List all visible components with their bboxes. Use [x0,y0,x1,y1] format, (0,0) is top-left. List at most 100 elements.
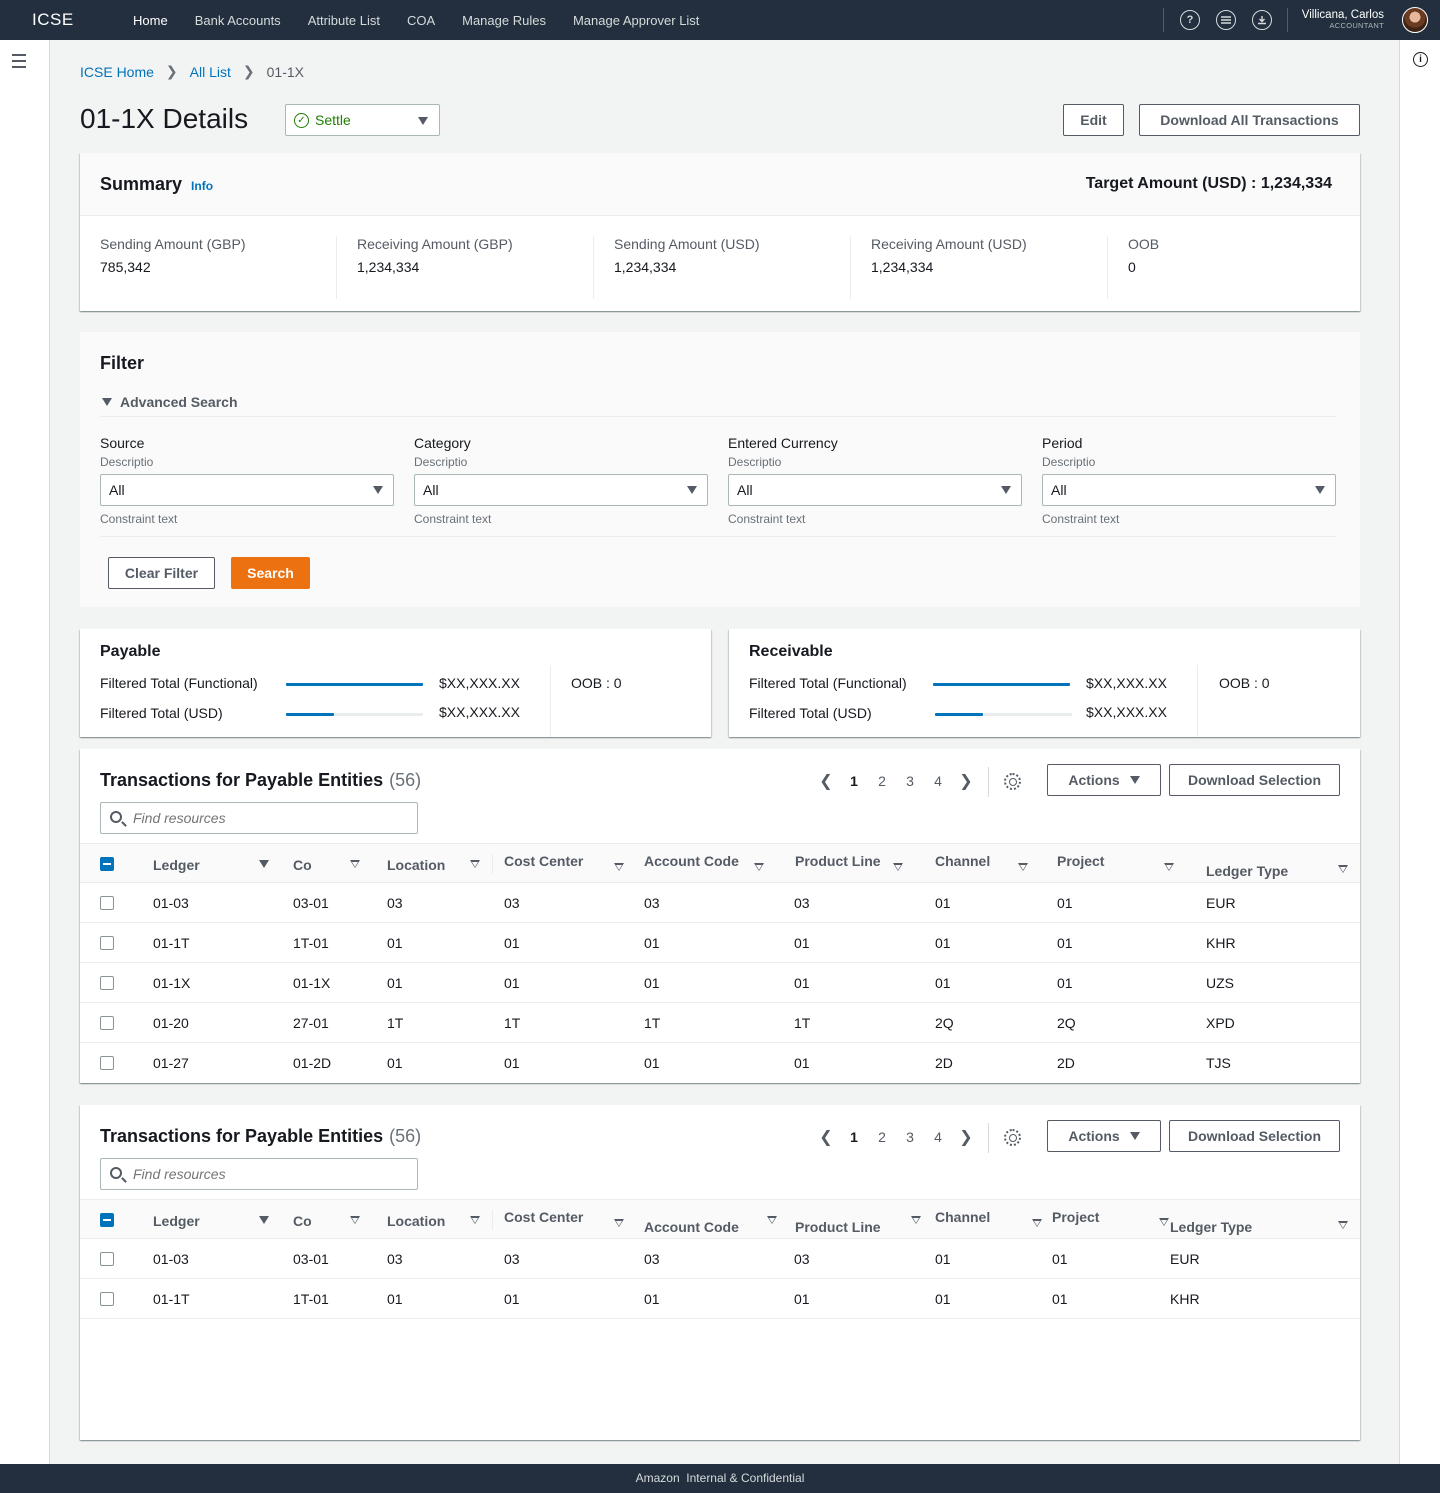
sort-descending-icon[interactable] [259,1216,269,1224]
page-4[interactable]: 4 [924,1129,952,1145]
clear-filter-button[interactable]: Clear Filter [108,557,215,589]
page-2[interactable]: 2 [868,1129,896,1145]
sort-descending-icon[interactable] [259,860,269,868]
column-header-cost-center[interactable]: Cost Center [504,853,583,869]
column-header-ledger[interactable]: Ledger [153,1213,200,1229]
sort-icon[interactable] [350,1216,360,1224]
column-header-ledger-type[interactable]: Ledger Type [1206,863,1288,879]
column-header-ledger[interactable]: Ledger [153,857,200,873]
category-select[interactable]: All [414,474,708,506]
column-header-product-line[interactable]: Product Line [795,1219,881,1235]
download-selection-button[interactable]: Download Selection [1169,764,1340,796]
search-input[interactable] [133,1166,403,1182]
table-row[interactable]: 01-1T 1T-01 01 01 01 01 01 01 KHR [80,1279,1360,1319]
chevron-right-icon[interactable]: ❯ [952,771,980,791]
brand-logo[interactable]: ICSE [32,10,74,30]
column-header-account-code[interactable]: Account Code [644,853,739,869]
table-row[interactable]: 01-03 03-01 03 03 03 03 01 01 EUR [80,883,1360,923]
table-row[interactable]: 01-20 27-01 1T 1T 1T 1T 2Q 2Q XPD [80,1003,1360,1043]
row-checkbox[interactable] [100,1056,114,1070]
notifications-icon[interactable] [1216,10,1236,30]
sort-icon[interactable] [1338,1221,1348,1229]
table-row[interactable]: 01-27 01-2D 01 01 01 01 2D 2D TJS [80,1043,1360,1083]
table-row[interactable]: 01-1X 01-1X 01 01 01 01 01 01 UZS [80,963,1360,1003]
sort-icon[interactable] [614,1219,624,1227]
select-all-checkbox[interactable] [100,857,114,871]
edit-button[interactable]: Edit [1063,104,1124,136]
page-3[interactable]: 3 [896,1129,924,1145]
divider [850,236,851,299]
page-1[interactable]: 1 [840,773,868,789]
table-row[interactable]: 01-03 03-01 03 03 03 03 01 01 EUR [80,1239,1360,1279]
column-header-account-code[interactable]: Account Code [644,1219,739,1235]
column-header-location[interactable]: Location [387,857,445,873]
sort-icon[interactable] [1159,1218,1169,1226]
sort-icon[interactable] [893,863,903,871]
info-icon[interactable]: i [1413,52,1428,67]
chevron-left-icon[interactable]: ❮ [812,1127,840,1147]
advanced-search-toggle[interactable]: Advanced Search [102,394,238,410]
row-checkbox[interactable] [100,1292,114,1306]
nav-link-manage-rules[interactable]: Manage Rules [462,13,546,28]
page-3[interactable]: 3 [896,773,924,789]
select-all-checkbox[interactable] [100,1213,114,1227]
nav-link-manage-approver-list[interactable]: Manage Approver List [573,13,699,28]
sort-icon[interactable] [350,860,360,868]
page-4[interactable]: 4 [924,773,952,789]
settings-icon[interactable] [1004,1129,1021,1146]
column-header-location[interactable]: Location [387,1213,445,1229]
column-header-channel[interactable]: Channel [935,853,990,869]
column-header-product-line[interactable]: Product Line [795,853,881,869]
column-header-co[interactable]: Co [293,857,312,873]
download-icon[interactable] [1252,10,1272,30]
row-checkbox[interactable] [100,976,114,990]
user-menu[interactable]: Villicana, Carlos ACCOUNTANT [1302,9,1384,30]
nav-link-coa[interactable]: COA [407,13,435,28]
page-1[interactable]: 1 [840,1129,868,1145]
nav-link-attribute-list[interactable]: Attribute List [308,13,380,28]
avatar[interactable] [1402,7,1428,33]
breadcrumb-all-list[interactable]: All List [190,64,231,80]
nav-link-home[interactable]: Home [133,13,168,28]
help-icon[interactable]: ? [1180,10,1200,30]
column-header-cost-center[interactable]: Cost Center [504,1209,583,1225]
nav-link-bank-accounts[interactable]: Bank Accounts [195,13,281,28]
column-header-project[interactable]: Project [1057,853,1104,869]
row-checkbox[interactable] [100,1016,114,1030]
column-header-project[interactable]: Project [1052,1209,1099,1225]
column-header-channel[interactable]: Channel [935,1209,990,1225]
status-select[interactable]: ✓ Settle [285,104,440,136]
download-all-transactions-button[interactable]: Download All Transactions [1139,104,1360,136]
row-checkbox[interactable] [100,1252,114,1266]
sort-icon[interactable] [1032,1219,1042,1227]
info-link[interactable]: Info [191,179,213,193]
column-header-co[interactable]: Co [293,1213,312,1229]
search-input[interactable] [133,810,403,826]
column-header-ledger-type[interactable]: Ledger Type [1170,1219,1252,1235]
period-select[interactable]: All [1042,474,1336,506]
sort-icon[interactable] [911,1216,921,1224]
download-selection-button[interactable]: Download Selection [1169,1120,1340,1152]
settings-icon[interactable] [1004,773,1021,790]
sort-icon[interactable] [470,860,480,868]
menu-icon[interactable] [12,54,26,72]
entered-currency-select[interactable]: All [728,474,1022,506]
table-row[interactable]: 01-1T 1T-01 01 01 01 01 01 01 KHR [80,923,1360,963]
chevron-right-icon[interactable]: ❯ [952,1127,980,1147]
row-checkbox[interactable] [100,936,114,950]
actions-button[interactable]: Actions [1047,764,1161,796]
sort-icon[interactable] [1018,863,1028,871]
sort-icon[interactable] [1164,863,1174,871]
actions-button[interactable]: Actions [1047,1120,1161,1152]
page-2[interactable]: 2 [868,773,896,789]
chevron-left-icon[interactable]: ❮ [812,771,840,791]
sort-icon[interactable] [614,863,624,871]
sort-icon[interactable] [1338,865,1348,873]
search-button[interactable]: Search [231,557,310,589]
breadcrumb-icse-home[interactable]: ICSE Home [80,64,154,80]
sort-icon[interactable] [767,1216,777,1224]
source-select[interactable]: All [100,474,394,506]
row-checkbox[interactable] [100,896,114,910]
sort-icon[interactable] [470,1216,480,1224]
sort-icon[interactable] [754,863,764,871]
